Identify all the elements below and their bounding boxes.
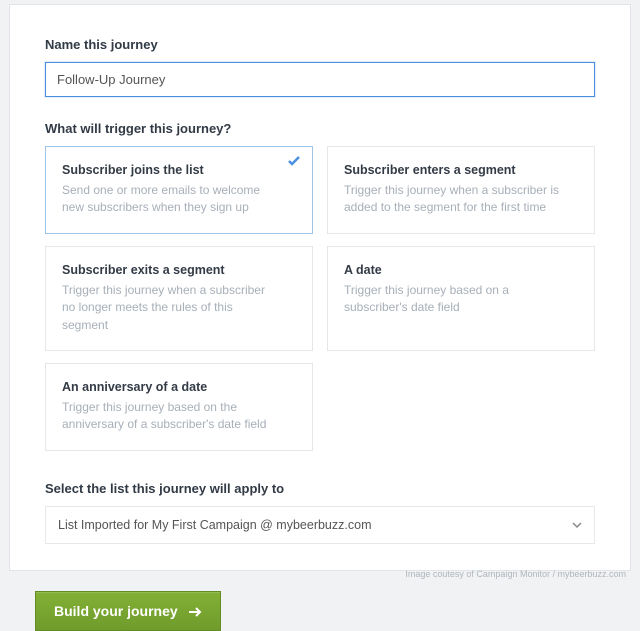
- trigger-desc: Trigger this journey based on the annive…: [62, 399, 280, 434]
- list-select[interactable]: List Imported for My First Campaign @ my…: [45, 506, 595, 544]
- build-button-label: Build your journey: [54, 603, 178, 619]
- trigger-option-joins-list[interactable]: Subscriber joins the list Send one or mo…: [45, 146, 313, 234]
- image-credit: Image coutesy of Campaign Monitor / mybe…: [405, 569, 626, 579]
- trigger-option-exits-segment[interactable]: Subscriber exits a segment Trigger this …: [45, 246, 313, 351]
- footer: Build your journey: [0, 571, 640, 631]
- trigger-desc: Send one or more emails to welcome new s…: [62, 182, 280, 217]
- check-icon: [288, 155, 300, 167]
- list-label: Select the list this journey will apply …: [45, 481, 595, 496]
- trigger-options-grid: Subscriber joins the list Send one or mo…: [45, 146, 595, 451]
- trigger-desc: Trigger this journey when a subscriber i…: [344, 182, 562, 217]
- journey-setup-panel: Name this journey What will trigger this…: [9, 4, 631, 571]
- trigger-title: Subscriber joins the list: [62, 163, 280, 177]
- trigger-title: An anniversary of a date: [62, 380, 280, 394]
- trigger-option-enters-segment[interactable]: Subscriber enters a segment Trigger this…: [327, 146, 595, 234]
- list-select-wrap: List Imported for My First Campaign @ my…: [45, 506, 595, 544]
- trigger-option-anniversary-date[interactable]: An anniversary of a date Trigger this jo…: [45, 363, 313, 451]
- trigger-title: Subscriber exits a segment: [62, 263, 280, 277]
- trigger-desc: Trigger this journey based on a subscrib…: [344, 282, 562, 317]
- journey-name-input[interactable]: [45, 62, 595, 97]
- trigger-title: Subscriber enters a segment: [344, 163, 562, 177]
- build-journey-button[interactable]: Build your journey: [35, 591, 221, 631]
- trigger-title: A date: [344, 263, 562, 277]
- trigger-desc: Trigger this journey when a subscriber n…: [62, 282, 280, 334]
- name-label: Name this journey: [45, 37, 595, 52]
- trigger-option-a-date[interactable]: A date Trigger this journey based on a s…: [327, 246, 595, 351]
- arrow-right-icon: [188, 605, 202, 617]
- trigger-label: What will trigger this journey?: [45, 121, 595, 136]
